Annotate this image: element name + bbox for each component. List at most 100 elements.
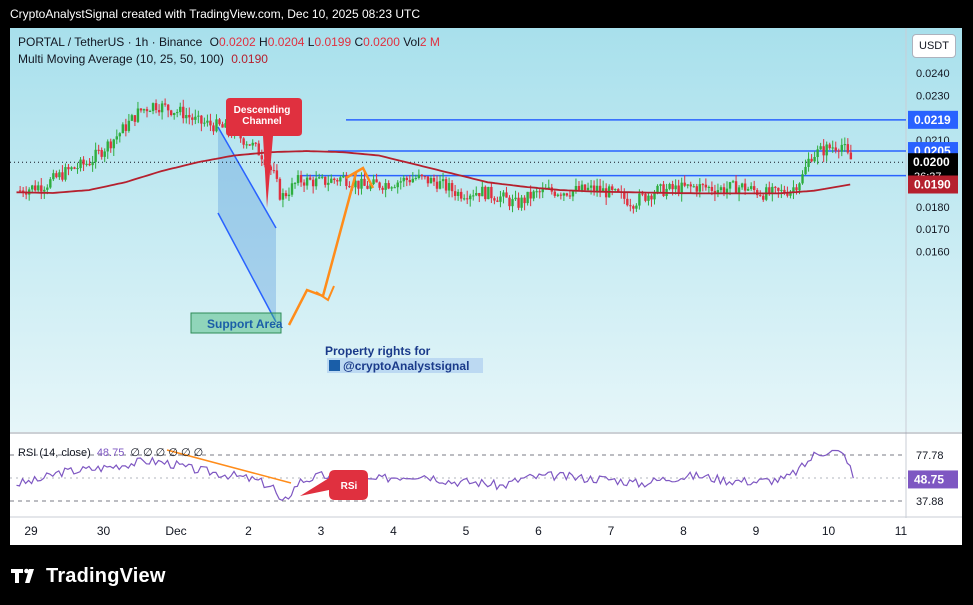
- rsi-legend-value: 48.75: [96, 447, 125, 459]
- candle-body: [254, 142, 257, 144]
- candle-body: [327, 182, 330, 185]
- tradingview-brand[interactable]: TradingView: [10, 563, 166, 589]
- high-value: 0.0204: [267, 35, 305, 49]
- candle-body: [792, 187, 795, 192]
- candle-body: [592, 185, 596, 192]
- candle-body: [342, 175, 345, 178]
- candle-body: [148, 111, 152, 113]
- candle-body: [650, 195, 653, 200]
- candle-body: [278, 178, 282, 200]
- candle-body: [281, 193, 285, 200]
- candle-body: [798, 183, 801, 191]
- candle-body: [774, 186, 777, 188]
- candle-body: [653, 193, 656, 200]
- candle-body: [496, 200, 499, 202]
- candle-body: [40, 185, 43, 192]
- candle-body: [671, 184, 674, 190]
- watermark-line1: Property rights for: [325, 344, 431, 358]
- x-tick-label: Dec: [165, 524, 186, 538]
- candle-body: [804, 166, 807, 175]
- x-tick-label: 5: [463, 524, 470, 538]
- price-chart[interactable]: 0.02400.02300.02200.02100.02000.01900.01…: [10, 28, 962, 545]
- candle-body: [115, 136, 118, 140]
- candle-body: [795, 187, 798, 191]
- candle-body: [722, 187, 726, 193]
- candle-body: [154, 103, 158, 111]
- rsi-tick-label: 37.88: [916, 496, 944, 508]
- candle-body: [37, 185, 40, 191]
- candle-body: [674, 185, 677, 190]
- candle-body: [248, 144, 251, 146]
- candle-body: [692, 186, 695, 188]
- chart-frame[interactable]: 0.02400.02300.02200.02100.02000.01900.01…: [10, 28, 962, 545]
- symbol-name: PORTAL / TetherUS · 1h · Binance: [18, 35, 203, 49]
- candle-body: [819, 146, 822, 150]
- candle-body: [109, 141, 112, 149]
- candle-body: [456, 191, 460, 196]
- candle-body: [242, 138, 245, 145]
- ma-price-label: 0.0190: [914, 178, 951, 192]
- candle-body: [145, 109, 149, 112]
- candle-body: [336, 180, 339, 182]
- candle-body: [215, 119, 218, 132]
- y-tick-label: 0.0170: [916, 224, 950, 236]
- candle-body: [142, 109, 146, 111]
- level-price-label: 0.0219: [914, 113, 951, 127]
- candle-body: [411, 178, 415, 183]
- candle-body: [390, 187, 393, 189]
- x-tick-label: 30: [97, 524, 111, 538]
- candle-body: [450, 183, 454, 192]
- candle-body: [734, 181, 738, 194]
- x-tick-label: 2: [245, 524, 252, 538]
- candle-body: [73, 167, 76, 169]
- y-tick-label: 0.0230: [916, 90, 950, 102]
- candle-body: [623, 192, 626, 199]
- candle-body: [169, 110, 173, 116]
- candle-body: [308, 177, 312, 180]
- candle-body: [840, 144, 843, 152]
- candle-body: [296, 175, 300, 184]
- candle-body: [245, 144, 248, 146]
- candle-body: [206, 120, 209, 123]
- candle-body: [31, 185, 34, 190]
- candle-body: [91, 161, 94, 166]
- candle-body: [577, 185, 581, 191]
- candle-body: [801, 174, 804, 184]
- candle-body: [490, 186, 493, 199]
- candle-body: [641, 193, 644, 195]
- candle-body: [743, 183, 747, 191]
- candle-body: [49, 179, 52, 188]
- candle-body: [79, 159, 82, 169]
- open-label: O: [209, 35, 219, 49]
- candle-body: [580, 184, 584, 191]
- candle-body: [302, 182, 306, 186]
- candle-body: [121, 124, 125, 134]
- candle-body: [816, 149, 819, 158]
- rsi-value-label: 48.75: [914, 472, 944, 486]
- candle-body: [459, 191, 463, 199]
- candle-body: [786, 193, 789, 196]
- candle-body: [514, 197, 517, 200]
- ma-label: Multi Moving Average (10, 25, 50, 100): [18, 52, 224, 66]
- candle-body: [689, 184, 692, 187]
- candle-body: [423, 176, 427, 178]
- candle-body: [831, 147, 834, 149]
- x-tick-label: 29: [24, 524, 38, 538]
- candle-body: [194, 116, 197, 120]
- ma-value: 0.0190: [231, 52, 268, 66]
- candle-body: [438, 181, 442, 189]
- candle-body: [100, 149, 103, 157]
- candle-body: [124, 124, 128, 131]
- candle-body: [284, 193, 288, 197]
- candle-body: [526, 191, 529, 204]
- rsi-legend-label: RSI (14, close): [18, 447, 91, 459]
- candle-body: [166, 104, 170, 111]
- candle-body: [493, 198, 496, 201]
- candle-body: [568, 195, 572, 197]
- candle-body: [357, 180, 360, 189]
- candle-body: [420, 174, 424, 177]
- high-label: H: [259, 35, 268, 49]
- candle-body: [366, 185, 369, 189]
- candle-body: [432, 178, 436, 182]
- currency-button[interactable]: USDT: [912, 34, 956, 58]
